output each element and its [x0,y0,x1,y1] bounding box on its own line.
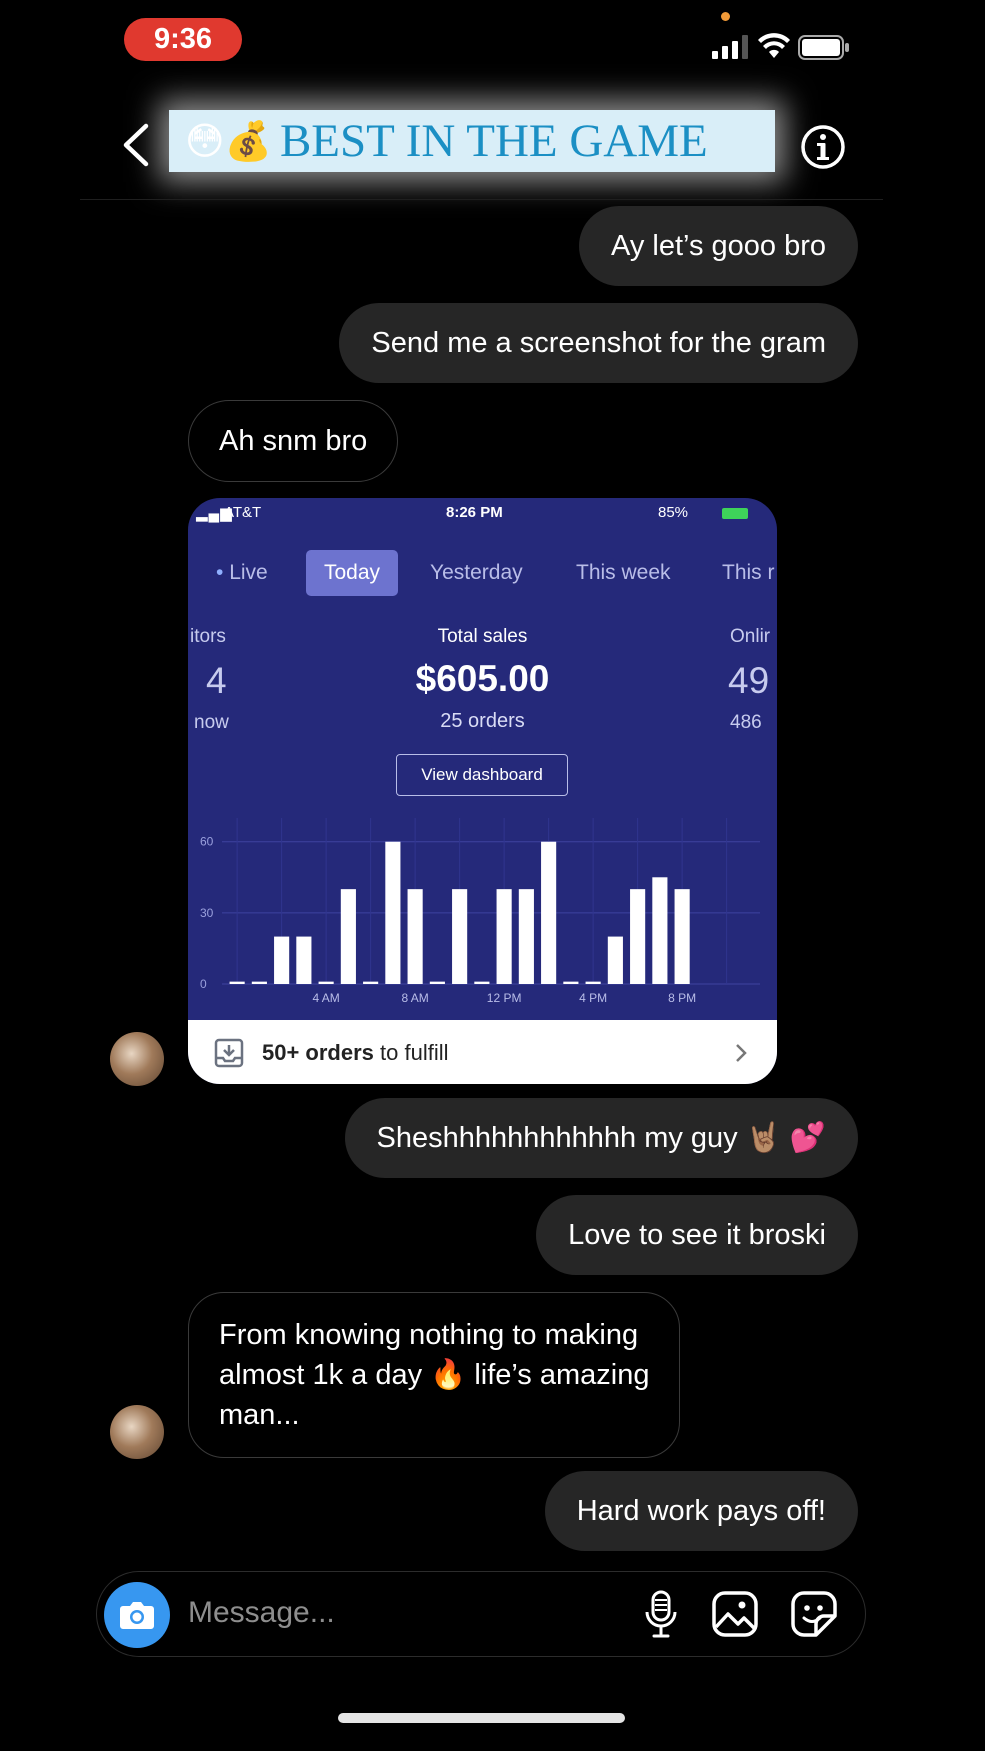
sticker-icon[interactable] [790,1590,838,1638]
message-bubble-outgoing[interactable]: Send me a screenshot for the gram [339,303,858,383]
chart-bar [541,841,557,984]
chat-title-text: BEST IN THE GAME [279,115,708,167]
chart-bar [340,889,356,984]
chart-x-tick-label: 4 PM [579,991,607,1005]
chat-title[interactable]: 😳💰 BEST IN THE GAME [169,110,775,172]
chart-bar [518,889,534,984]
screenshot-time: 8:26 PM [446,504,503,521]
orders-to-fulfill-bar: 50+ orders to fulfill [188,1020,777,1084]
online-label: Onlir [730,626,771,647]
online-value: 49 [728,660,770,701]
shared-image-message[interactable]: ▂▄▆ AT&T 8:26 PM 85% • Live Today Yester… [188,498,777,1084]
chart-bar [251,981,267,984]
chart-bar [563,981,579,984]
message-bubble-outgoing[interactable]: Ay let’s gooo bro [579,206,858,286]
chart-bar [474,981,490,984]
chart-bar [496,889,512,984]
tab-this-month: This r [722,561,775,584]
chart-bar [363,981,379,984]
home-indicator [338,1713,625,1723]
chart-bar [674,889,690,984]
back-chevron-icon[interactable] [118,122,152,168]
chart-bar [585,981,601,984]
message-bubble-incoming[interactable]: From knowing nothing to making almost 1k… [188,1292,681,1458]
message-bubble-outgoing[interactable]: Hard work pays off! [544,1471,858,1551]
online-sub: 486 [730,712,762,733]
hourly-sales-chart: 0 30 60 4 AM 8 AM 12 PM 4 PM 8 PM [200,818,760,1005]
header-divider [80,199,883,200]
chart-y-tick-label: 30 [200,906,214,920]
screenshot-status-bar: ▂▄▆ AT&T 8:26 PM 85% [188,498,777,528]
chart-bar [318,981,334,984]
message-line: From knowing nothing to making [219,1319,639,1351]
message-bubble-incoming[interactable]: Ah snm bro [188,400,399,482]
wifi-icon [758,33,790,58]
message-bubble-outgoing[interactable]: Sheshhhhhhhhhhhh my guy 🤘🏽 💕 [344,1098,858,1178]
tab-today: Today [306,550,399,596]
camera-button[interactable] [104,1582,170,1648]
chart-x-tick-label: 12 PM [487,991,522,1005]
chart-bar [452,889,468,984]
tab-this-week: This week [576,561,671,584]
info-icon[interactable] [800,124,846,170]
view-dashboard-button: View dashboard [396,754,568,796]
chart-bar [652,877,668,984]
chart-x-tick-label: 4 AM [312,991,339,1005]
chart-y-tick-label: 60 [200,835,214,849]
inbox-download-icon [214,1038,244,1068]
chart-bar [385,841,401,984]
sender-avatar[interactable] [110,1032,164,1086]
screenshot-battery: 85% [658,504,689,521]
message-line: almost 1k a day 🔥 life’s amazing [219,1359,650,1391]
screenshot-battery-icon [722,508,748,519]
orders-count: 25 orders [440,710,525,732]
battery-icon [798,35,849,60]
total-sales-label: Total sales [437,626,528,647]
chart-bar [229,981,245,984]
orders-to-fulfill-text: 50+ orders to fulfill [262,1040,449,1065]
chart-bar [407,889,423,984]
message-input[interactable]: Message... [188,1596,335,1630]
chart-bar [607,936,623,984]
screenshot-carrier: AT&T [224,504,262,521]
chevron-right-icon [736,1044,747,1062]
chart-bar [296,936,312,984]
tab-yesterday: Yesterday [430,561,523,584]
privacy-indicator-dot [721,12,730,21]
microphone-icon[interactable] [643,1590,679,1640]
status-time: 9:36 [124,18,242,61]
title-emojis: 😳💰 [185,119,272,163]
gallery-icon[interactable] [711,1590,759,1638]
camera-icon [120,1602,154,1629]
chart-bar [630,889,646,984]
period-tabs: • Live Today Yesterday This week This r [188,550,777,596]
message-line: man... [219,1399,300,1431]
message-bubble-outgoing[interactable]: Love to see it broski [536,1195,858,1275]
chart-x-tick-label: 8 PM [668,991,696,1005]
chart-bar [429,981,445,984]
chart-y-tick-label: 0 [200,977,207,991]
tab-live: • Live [216,561,268,584]
total-sales-value: $605.00 [415,658,550,699]
sender-avatar[interactable] [110,1405,164,1459]
chart-x-tick-label: 8 AM [401,991,428,1005]
cellular-signal-icon [712,35,748,59]
chart-bar [274,936,290,984]
